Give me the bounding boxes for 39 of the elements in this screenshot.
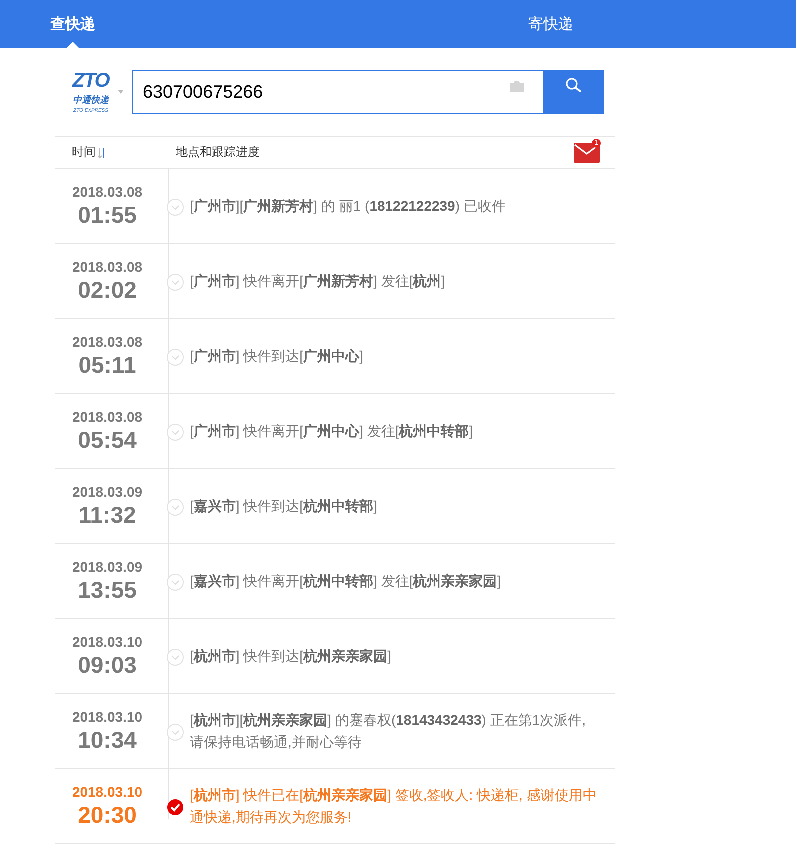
nav-tab[interactable]: 查快递 — [18, 0, 128, 48]
search-icon — [566, 78, 582, 93]
event-date: 2018.03.08 — [72, 184, 143, 200]
event-description: [嘉兴市] 快件到达[杭州中转部] — [190, 497, 378, 516]
track-header: 地点和跟踪进度 — [176, 144, 260, 161]
event-time: 20:30 — [78, 802, 137, 828]
sort-icon[interactable] — [98, 146, 106, 158]
event-description: [广州市] 快件离开[广州新芳村] 发往[杭州] — [190, 272, 446, 291]
event-date: 2018.03.10 — [72, 784, 143, 800]
event-date: 2018.03.08 — [72, 408, 143, 424]
event-time: 11:32 — [78, 502, 136, 528]
event-description: [广州市][广州新芳村] 的 丽1 (18122122239) 已收件 — [190, 197, 506, 216]
nav-tab[interactable]: 寄快递 — [496, 0, 606, 48]
event-time: 05:54 — [78, 426, 137, 454]
search-button[interactable] — [544, 70, 604, 114]
event-time: 05:11 — [78, 352, 136, 378]
event-description: [广州市] 快件到达[广州中心] — [190, 347, 364, 366]
event-time: 13:55 — [78, 576, 137, 604]
event-description: [嘉兴市] 快件离开[杭州中转部] 发往[杭州亲亲家园] — [190, 572, 502, 591]
logo-mark: ZTO — [72, 70, 110, 93]
event-date: 2018.03.09 — [72, 484, 143, 500]
event-time: 09:03 — [78, 652, 137, 678]
event-description: [广州市] 快件离开[广州中心] 发往[杭州中转部] — [190, 422, 474, 441]
event-time: 02:02 — [78, 276, 137, 304]
event-date: 2018.03.08 — [72, 258, 143, 274]
mail-icon[interactable] — [574, 143, 600, 163]
caret-icon[interactable] — [118, 90, 124, 94]
event-date: 2018.03.09 — [72, 558, 143, 574]
logo-name: 中通快递 — [73, 94, 109, 107]
time-header: 时间 — [72, 144, 96, 161]
event-time: 10:34 — [78, 726, 137, 754]
search-field[interactable]: 630700675266 — [132, 70, 544, 114]
event-date: 2018.03.10 — [72, 708, 143, 724]
event-date: 2018.03.08 — [72, 334, 143, 350]
event-date: 2018.03.10 — [72, 634, 143, 650]
event-description: [杭州市][杭州亲亲家园] 的蹇春权(18143432433) 正在第1次派件, 请保持电话畅通,并耐心等待 — [190, 711, 588, 752]
event-description: [杭州市] 快件已在[杭州亲亲家园] 签收,签收人: 快递柜, 感谢使用中通快递,期待再次为您服务! — [190, 786, 598, 827]
event-description: [杭州市] 快件到达[杭州亲亲家园] — [190, 647, 392, 666]
event-time: 01:55 — [78, 202, 137, 228]
